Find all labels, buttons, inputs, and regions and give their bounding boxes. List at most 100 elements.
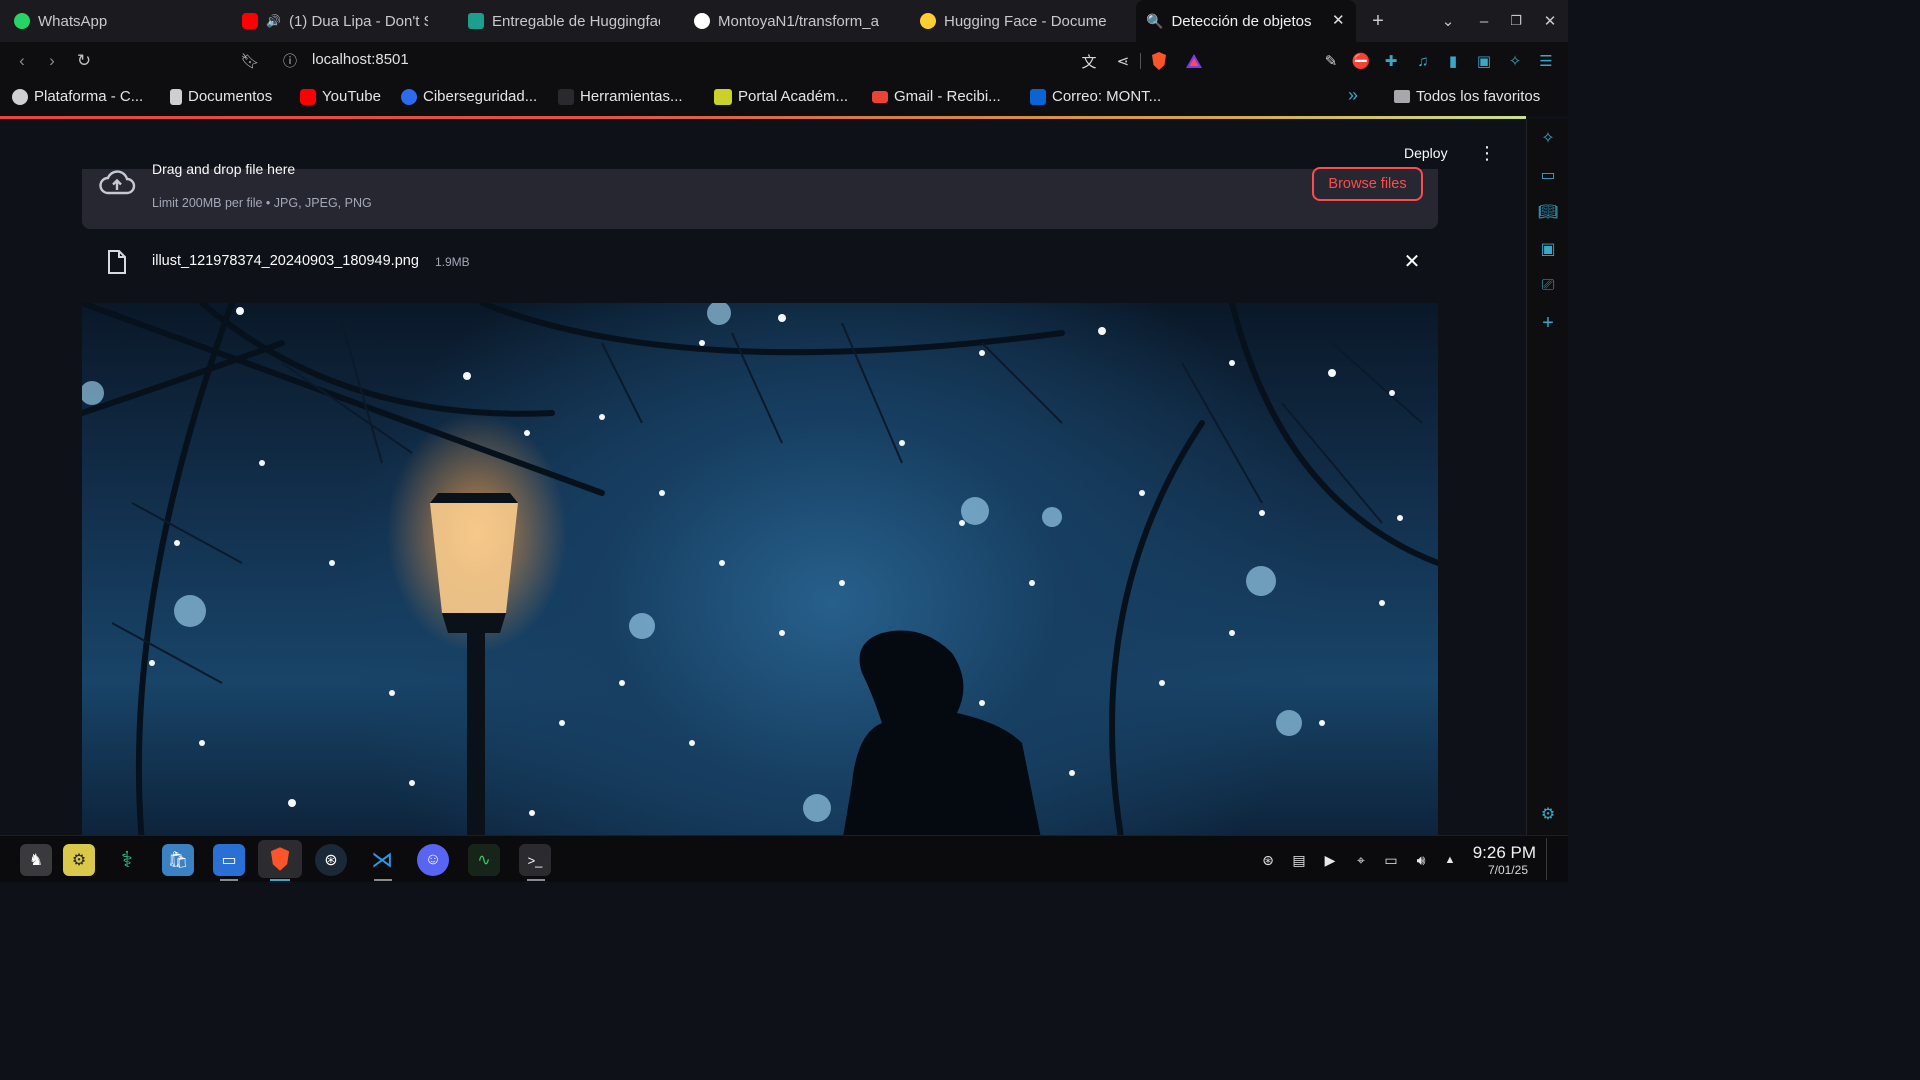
close-tab-icon[interactable]: ✕ bbox=[1332, 11, 1345, 29]
media-controls-icon[interactable]: ♫ bbox=[1412, 50, 1434, 72]
brave-rewards-icon[interactable] bbox=[1183, 50, 1205, 72]
wallet-panel-icon[interactable]: ▣ bbox=[1537, 238, 1559, 260]
tab-deteccion-objetos[interactable]: 🔍 Detección de objetos ✕ bbox=[1136, 0, 1356, 42]
toolbar-divider bbox=[1140, 53, 1141, 69]
tab-classroom[interactable]: Entregable de Huggingfac bbox=[458, 0, 670, 42]
reading-list-icon[interactable]: 📖︎ bbox=[1537, 201, 1559, 223]
new-tab-button[interactable]: + bbox=[1366, 9, 1390, 33]
classroom-icon bbox=[468, 13, 484, 29]
address-toolbar: ‹ › ↻ 🔖︎ ⓘ localhost:8501 文 ⋖ ✎ ⛔ ✚ ♫ ▮ … bbox=[0, 42, 1568, 80]
forward-icon[interactable]: › bbox=[40, 49, 64, 73]
steam-icon[interactable]: ⊛ bbox=[315, 844, 347, 876]
bookmark-label: Correo: MONT... bbox=[1052, 88, 1162, 105]
bookmarks-bar: Plataforma - C... Documentos YouTube Cib… bbox=[0, 80, 1568, 116]
tab-search-chevron-icon[interactable]: ⌄ bbox=[1436, 9, 1460, 33]
file-manager-icon[interactable]: ▭ bbox=[213, 844, 245, 876]
media-play-tray-icon[interactable]: ▶ bbox=[1320, 850, 1340, 870]
clock-time[interactable]: 9:26 PM bbox=[1466, 843, 1536, 863]
wallet-icon[interactable]: ▣ bbox=[1473, 50, 1495, 72]
knight-app-icon[interactable]: ♞ bbox=[20, 844, 52, 876]
brave-browser-taskbar-icon[interactable] bbox=[258, 840, 302, 878]
audio-playing-icon[interactable]: 🔊 bbox=[266, 14, 281, 28]
leo-ai-icon[interactable]: ✧ bbox=[1537, 127, 1559, 149]
steam-tray-icon[interactable]: ⊛ bbox=[1258, 850, 1278, 870]
tab-huggingface[interactable]: Hugging Face - Docume bbox=[910, 0, 1122, 42]
store-app-icon[interactable]: 🛍︎ bbox=[162, 844, 194, 876]
tools-icon bbox=[558, 88, 574, 105]
person-silhouette bbox=[843, 630, 1041, 835]
discord-icon[interactable]: ☺ bbox=[417, 844, 449, 876]
clipboard-tray-icon[interactable]: ▤ bbox=[1289, 850, 1309, 870]
tab-youtube-music[interactable]: 🔊 (1) Dua Lipa - Don't St bbox=[232, 0, 438, 42]
running-indicator bbox=[220, 879, 238, 881]
file-dropzone[interactable]: Drag and drop file here Limit 200MB per … bbox=[82, 161, 1438, 229]
bookmark-gmail[interactable]: Gmail - Recibi... bbox=[872, 88, 1001, 105]
tab-label: Detección de objetos bbox=[1171, 12, 1312, 30]
bookmark-youtube[interactable]: YouTube bbox=[300, 88, 381, 105]
dropzone-limit-text: Limit 200MB per file • JPG, JPEG, PNG bbox=[152, 196, 372, 210]
brave-shields-icon[interactable] bbox=[1148, 50, 1170, 72]
bookmark-icon[interactable]: 🔖︎ bbox=[238, 49, 262, 73]
show-desktop-button[interactable] bbox=[1546, 838, 1551, 880]
tab-github[interactable]: MontoyaN1/transform_a bbox=[684, 0, 896, 42]
panel-settings-gear-icon[interactable]: ⚙ bbox=[1537, 803, 1559, 825]
bookmark-herramientas[interactable]: Herramientas... bbox=[558, 88, 683, 105]
globe-icon bbox=[12, 88, 28, 105]
all-bookmarks-folder[interactable]: Todos los favoritos bbox=[1394, 88, 1540, 105]
bookmark-documentos[interactable]: Documentos bbox=[170, 88, 272, 105]
display-tray-icon[interactable]: ▭ bbox=[1381, 850, 1401, 870]
browser-tab-strip: WhatsApp 🔊 (1) Dua Lipa - Don't St Entre… bbox=[0, 0, 1568, 42]
folder-icon bbox=[1394, 90, 1410, 103]
youtube-icon bbox=[242, 13, 258, 29]
share-icon[interactable]: ⋖ bbox=[1112, 50, 1134, 72]
sidebar-toggle-icon[interactable]: ▮ bbox=[1442, 50, 1464, 72]
tab-label: Entregable de Huggingfac bbox=[492, 12, 660, 30]
bookmark-correo[interactable]: Correo: MONT... bbox=[1030, 88, 1161, 105]
running-indicator bbox=[527, 879, 545, 881]
pen-extension-icon[interactable]: ✎ bbox=[1320, 50, 1342, 72]
add-panel-icon[interactable]: + bbox=[1537, 312, 1559, 334]
reload-icon[interactable]: ↻ bbox=[72, 49, 96, 73]
adblock-extension-icon[interactable]: ⛔ bbox=[1350, 50, 1372, 72]
remove-file-icon[interactable]: ✕ bbox=[1400, 249, 1424, 273]
streamlit-app: Deploy ⋮ Drag and drop file here Limit 2… bbox=[0, 119, 1526, 835]
maximize-window-icon[interactable]: ❐ bbox=[1504, 9, 1528, 33]
back-icon[interactable]: ‹ bbox=[10, 49, 34, 73]
system-monitor-icon[interactable]: ∿ bbox=[468, 844, 500, 876]
document-icon bbox=[170, 88, 182, 105]
tab-label: MontoyaN1/transform_a bbox=[718, 12, 879, 30]
vscode-icon[interactable]: ⋊ bbox=[366, 844, 398, 876]
bookmark-plataforma[interactable]: Plataforma - C... bbox=[12, 88, 143, 105]
clock-date[interactable]: 7/01/25 bbox=[1466, 863, 1528, 877]
bookmarks-overflow-button[interactable]: » bbox=[1348, 85, 1358, 106]
url-field[interactable]: localhost:8501 bbox=[312, 51, 409, 68]
tab-label: Hugging Face - Docume bbox=[944, 12, 1107, 30]
tab-whatsapp[interactable]: WhatsApp bbox=[4, 0, 224, 42]
tray-expand-icon[interactable]: ▲ bbox=[1440, 850, 1460, 870]
leo-ai-icon[interactable]: ✧ bbox=[1504, 50, 1526, 72]
terminal-icon[interactable]: >_ bbox=[519, 844, 551, 876]
bookmark-label: Gmail - Recibi... bbox=[894, 88, 1001, 105]
minimize-window-icon[interactable]: – bbox=[1472, 9, 1496, 33]
magnifier-icon: 🔍 bbox=[1146, 12, 1164, 29]
bookmark-ciberseguridad[interactable]: Ciberseguridad... bbox=[401, 88, 537, 105]
location-tray-icon[interactable]: ⌖ bbox=[1351, 850, 1371, 870]
gear-wheel-app-icon[interactable]: ⚙ bbox=[63, 844, 95, 876]
dropzone-title: Drag and drop file here bbox=[152, 161, 296, 177]
main-menu-kebab-icon[interactable]: ⋮ bbox=[1478, 143, 1496, 165]
volume-tray-icon[interactable]: 🔊︎ bbox=[1411, 850, 1431, 870]
translate-icon[interactable]: 文 bbox=[1078, 50, 1100, 72]
site-info-icon[interactable]: ⓘ bbox=[278, 49, 302, 73]
bookmark-portal-academico[interactable]: Portal Académ... bbox=[714, 88, 848, 105]
bookmark-label: YouTube bbox=[322, 88, 381, 105]
tab-label: WhatsApp bbox=[38, 12, 108, 30]
uploaded-image-preview bbox=[82, 303, 1438, 835]
menu-icon[interactable]: ☰ bbox=[1535, 50, 1557, 72]
browse-files-button[interactable]: Browse files bbox=[1312, 167, 1423, 201]
dev-tool-app-icon[interactable]: ⚕ bbox=[111, 844, 143, 876]
bookmarks-panel-icon[interactable]: ▭ bbox=[1537, 164, 1559, 186]
extensions-puzzle-icon[interactable]: ✚ bbox=[1380, 50, 1402, 72]
deploy-button[interactable]: Deploy bbox=[1404, 145, 1448, 161]
close-window-icon[interactable]: ✕ bbox=[1538, 9, 1562, 33]
playlist-icon[interactable]: ⎚ bbox=[1537, 275, 1559, 297]
